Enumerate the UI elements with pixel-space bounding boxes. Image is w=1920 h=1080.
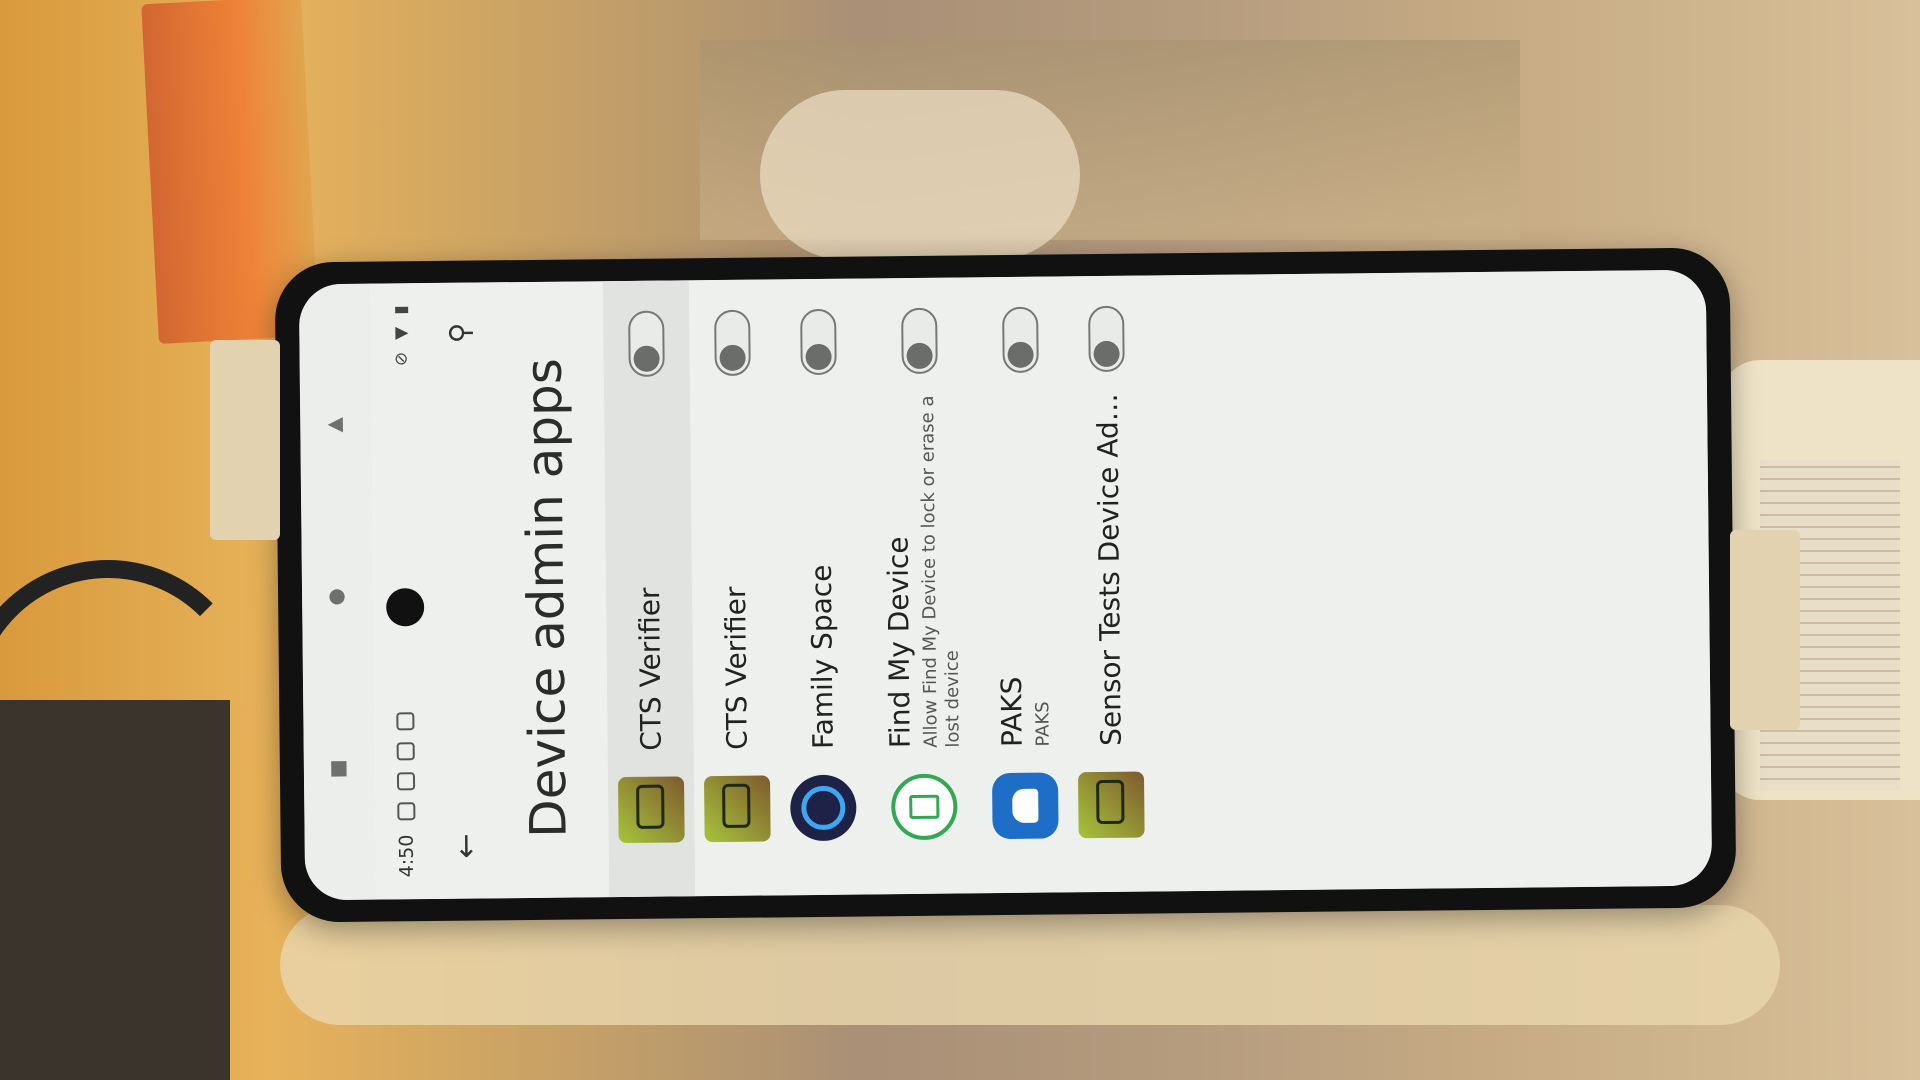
app-name: CTS Verifier [632,587,668,751]
cts-verifier-icon [1077,771,1145,839]
toggle-switch[interactable] [1002,306,1039,374]
battery-icon: ▮ [391,305,412,315]
search-icon[interactable]: ⚲ [443,323,476,344]
app-description: PAKS [1031,701,1054,747]
nfc-icon [396,712,415,731]
cts-verifier-icon [703,775,771,843]
app-name: Family Space [804,564,840,750]
sim-icon [396,742,415,761]
nav-home-button[interactable]: ● [326,583,348,607]
app-description: Allow Find My Device to lock or erase a … [916,395,964,748]
nav-back-button[interactable]: ◀ [324,411,346,435]
list-item-cts-verifier-2[interactable]: CTS Verifier [689,279,781,896]
app-name: CTS Verifier [718,586,754,750]
mute-icon: ⊘ [391,351,412,367]
arrow-left-icon[interactable]: ← [449,833,484,859]
phone-clamp-right [1730,530,1800,730]
cts-verifier-icon [617,776,685,844]
list-item-cts-verifier-1[interactable]: CTS Verifier [602,280,696,898]
app-name: Find My Device [880,536,917,749]
app-name: PAKS [994,676,1029,748]
phone-device: ◀ ● ■ 4:50 ⊘ ▼ ▮ ← ⚲ Device admin apps C… [274,247,1737,923]
status-time: 4:50 [395,834,419,878]
toggle-switch[interactable] [901,307,938,375]
find-my-device-icon [890,773,958,841]
toggle-switch[interactable] [628,310,665,377]
toggle-switch[interactable] [800,308,837,376]
top-app-bar: ← ⚲ [433,282,499,899]
notification-icon [396,772,416,791]
background-robot-arm [760,90,1080,260]
toggle-switch[interactable] [714,309,751,377]
app-content: 4:50 ⊘ ▼ ▮ ← ⚲ Device admin apps CTS Ver… [368,269,1713,900]
nav-recents-button[interactable]: ■ [328,755,350,779]
phone-clamp-left [210,340,280,540]
phone-screen: ◀ ● ■ 4:50 ⊘ ▼ ▮ ← ⚲ Device admin apps C… [298,269,1713,901]
list-item-family-space[interactable]: Family Space [775,278,867,895]
portrait-ui: 4:50 ⊘ ▼ ▮ ← ⚲ Device admin apps CTS Ver… [368,269,1713,900]
list-item-find-my-device[interactable]: Find My Device Allow Find My Device to l… [861,277,983,894]
toggle-switch[interactable] [1088,305,1125,373]
app-name: Sensor Tests Device Admi.. [1090,371,1128,747]
device-admin-list: CTS Verifier CTS Verifier Family Space F… [602,275,1155,898]
page-title: Device admin apps [514,357,578,839]
navigation-bar: ◀ ● ■ [298,283,377,901]
front-camera [386,588,425,627]
mode-icon [397,802,416,821]
family-space-icon [789,774,857,842]
list-item-paks[interactable]: PAKS PAKS [977,276,1069,893]
list-item-sensor-tests[interactable]: Sensor Tests Device Admi.. [1063,275,1155,892]
background-box [0,700,230,1080]
paks-icon [991,772,1059,840]
wifi-icon: ▼ [391,326,412,340]
background-robot-base [280,905,1780,1025]
